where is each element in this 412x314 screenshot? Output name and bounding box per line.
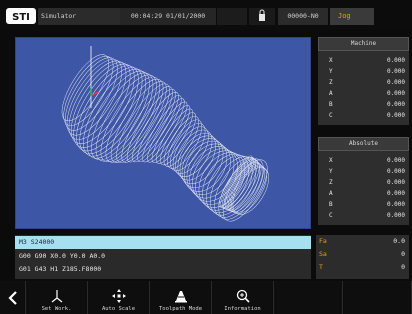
machine-row-x: X 0.000 — [318, 55, 409, 66]
lock-icon — [259, 9, 265, 21]
axis-value: 0.000 — [386, 190, 405, 197]
axis-label: Z — [329, 79, 333, 86]
tool-row: T0 — [316, 261, 409, 274]
axis-value: 0.000 — [386, 201, 405, 208]
auto-scale-button[interactable]: Auto Scale — [88, 281, 150, 314]
absolute-title: Absolute — [318, 137, 409, 151]
axis-label: B — [329, 201, 333, 208]
toolpath-mode-button[interactable]: Toolpath Mode — [150, 281, 212, 314]
app-title: Simulator — [38, 8, 120, 25]
chevron-left-icon — [7, 290, 17, 305]
toolpath-ring — [222, 159, 268, 222]
mode-indicator[interactable]: Jog — [330, 8, 374, 25]
program-id: 00000-N0 — [278, 8, 328, 25]
toolpath-mode-icon — [174, 291, 187, 303]
feed-spindle-panel: Fa 0.0 Sa 0 T0 — [316, 235, 409, 279]
datetime-display: 00:04:29 01/01/2000 — [120, 8, 216, 25]
auto-scale-icon — [111, 289, 126, 303]
absolute-panel: Absolute X 0.000 Y 0.000 Z 0.000 A 0.000 B 0.… — [318, 137, 409, 225]
toolbar-slot-empty — [274, 281, 343, 314]
absolute-row-y: Y 0.000 — [318, 166, 409, 177]
tool-value: 0 — [401, 263, 405, 271]
axis-value: 0.000 — [386, 112, 405, 119]
tool-label: T — [319, 263, 323, 271]
toolpath-mode-label: Toolpath Mode — [158, 306, 203, 312]
axis-value: 0.000 — [386, 101, 405, 108]
absolute-row-b: B 0.000 — [318, 199, 409, 210]
back-button[interactable] — [0, 281, 26, 314]
status-spacer — [217, 8, 247, 25]
axis-label: A — [329, 90, 333, 97]
axis-value: 0.000 — [386, 157, 405, 164]
toolpath-ring — [121, 86, 173, 163]
axis-label: X — [329, 57, 333, 64]
feed-rate-row: Fa 0.0 — [316, 235, 409, 248]
bottom-toolbar: Set Work. Auto Scale Toolpath Mode Infor… — [0, 281, 412, 314]
sti-logo: STI — [6, 8, 36, 24]
machine-row-a: A 0.000 — [318, 88, 409, 99]
axis-value: 0.000 — [386, 179, 405, 186]
program-listing[interactable]: M3 S24000 G00 G90 X0.0 Y0.0 A0.0 G01 G43… — [15, 235, 311, 279]
axis-value: 0.000 — [386, 212, 405, 219]
magnifier-icon — [236, 289, 250, 303]
toolbar-slot-empty — [343, 281, 412, 314]
spindle-value: 0 — [401, 250, 405, 258]
absolute-row-a: A 0.000 — [318, 188, 409, 199]
set-work-label: Set Work. — [41, 306, 72, 312]
toolpath-preview — [61, 46, 269, 222]
set-work-button[interactable]: Set Work. — [26, 281, 88, 314]
machine-row-b: B 0.000 — [318, 99, 409, 110]
axis-value: 0.000 — [386, 79, 405, 86]
toolpath-ring — [137, 95, 182, 163]
machine-row-y: Y 0.000 — [318, 66, 409, 77]
axis-label: X — [329, 157, 333, 164]
axis-value: 0.000 — [386, 68, 405, 75]
svg-text:STI: STI — [12, 12, 30, 23]
feed-label: Fa — [319, 237, 327, 245]
spindle-row: Sa 0 — [316, 248, 409, 261]
lock-indicator[interactable] — [249, 8, 275, 25]
axis-label: Z — [329, 179, 333, 186]
information-button[interactable]: Information — [212, 281, 274, 314]
machine-title: Machine — [318, 37, 409, 51]
program-line[interactable]: G00 G90 X0.0 Y0.0 A0.0 — [15, 250, 311, 263]
feed-value: 0.0 — [393, 237, 405, 245]
absolute-row-c: C 0.000 — [318, 210, 409, 221]
axis-label: B — [329, 101, 333, 108]
toolpath-ring — [189, 146, 235, 199]
program-line[interactable]: G01 G43 H1 Z185.F8000 — [15, 263, 311, 276]
toolpath-ring — [184, 140, 228, 192]
absolute-row-z: Z 0.000 — [318, 177, 409, 188]
machine-row-c: C 0.000 — [318, 110, 409, 121]
axis-label: Y — [329, 68, 333, 75]
top-status-bar: STI Simulator 00:04:29 01/01/2000 00000-… — [0, 0, 412, 30]
program-line-current[interactable]: M3 S24000 — [15, 236, 311, 249]
toolpath-wireframe — [61, 54, 269, 222]
axis-label: Y — [329, 168, 333, 175]
axis-value: 0.000 — [386, 57, 405, 64]
axis-label: C — [329, 212, 333, 219]
absolute-row-x: X 0.000 — [318, 155, 409, 166]
axis-label: C — [329, 112, 333, 119]
toolpath-ring — [156, 108, 194, 164]
toolpath-ring — [61, 54, 110, 121]
axis-value: 0.000 — [386, 168, 405, 175]
toolpath-viewport[interactable] — [15, 37, 311, 229]
machine-panel: Machine X 0.000 Y 0.000 Z 0.000 A 0.000 B 0.0… — [318, 37, 409, 125]
auto-scale-label: Auto Scale — [101, 306, 136, 312]
work-offset-icon — [51, 290, 62, 303]
machine-row-z: Z 0.000 — [318, 77, 409, 88]
axis-label: A — [329, 190, 333, 197]
information-label: Information — [224, 306, 261, 312]
toolpath-ring — [95, 74, 157, 162]
axis-value: 0.000 — [386, 90, 405, 97]
spindle-label: Sa — [319, 250, 327, 258]
